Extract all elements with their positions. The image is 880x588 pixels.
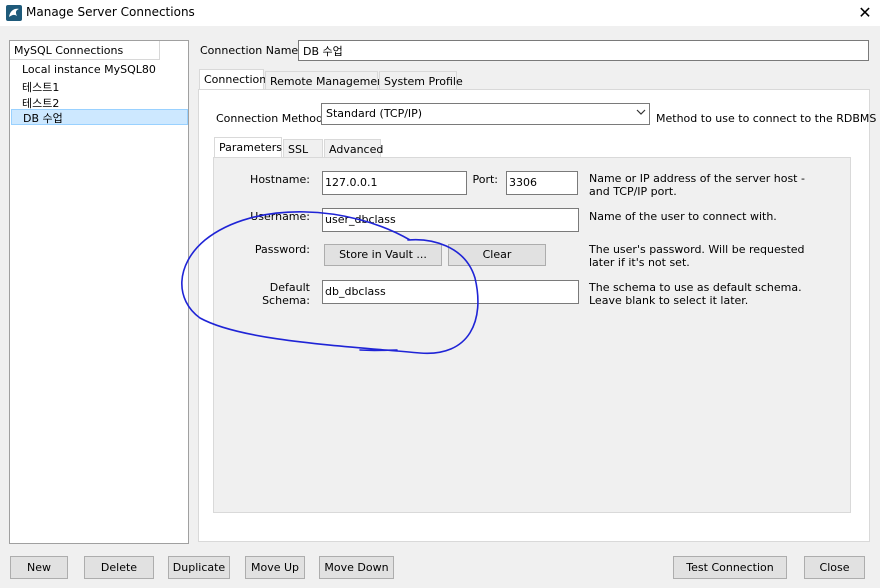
tab-system-profile[interactable]: System Profile: [379, 71, 463, 91]
port-input[interactable]: 3306: [506, 171, 578, 195]
clear-password-button[interactable]: Clear: [448, 244, 546, 266]
username-label: Username:: [250, 210, 310, 223]
new-button[interactable]: New: [10, 556, 68, 579]
hostname-input[interactable]: 127.0.0.1: [322, 171, 467, 195]
username-input[interactable]: user_dbclass: [322, 208, 579, 232]
window-title: Manage Server Connections: [26, 5, 195, 19]
list-item-local-instance[interactable]: Local instance MySQL80: [11, 62, 188, 78]
close-icon[interactable]: ✕: [852, 2, 878, 24]
duplicate-button[interactable]: Duplicate: [168, 556, 230, 579]
tab-ssl[interactable]: SSL: [283, 139, 323, 159]
list-header: MySQL Connections: [10, 41, 160, 60]
move-up-button[interactable]: Move Up: [245, 556, 305, 579]
connection-name-input[interactable]: DB 수업: [298, 40, 869, 61]
tab-connection[interactable]: Connection: [199, 69, 266, 91]
tab-advanced[interactable]: Advanced: [324, 139, 383, 159]
password-help: The user's password. Will be requested l…: [589, 243, 805, 269]
hostname-help: Name or IP address of the server host - …: [589, 172, 805, 198]
connection-method-select[interactable]: Standard (TCP/IP): [321, 103, 650, 125]
connection-list[interactable]: MySQL Connections Local instance MySQL80…: [9, 40, 189, 544]
tab-parameters[interactable]: Parameters: [214, 137, 282, 159]
connection-method-label: Connection Method:: [216, 112, 327, 125]
port-label: Port:: [472, 173, 498, 186]
title-bar: Manage Server Connections ✕: [0, 0, 880, 26]
default-schema-label: Default Schema:: [262, 281, 310, 307]
move-down-button[interactable]: Move Down: [319, 556, 394, 579]
test-connection-button[interactable]: Test Connection: [673, 556, 787, 579]
chevron-down-icon: [636, 109, 646, 115]
connection-method-help: Method to use to connect to the RDBMS: [656, 112, 877, 125]
default-schema-input[interactable]: db_dbclass: [322, 280, 579, 304]
hostname-label: Hostname:: [250, 173, 310, 186]
store-in-vault-button[interactable]: Store in Vault ...: [324, 244, 442, 266]
connection-name-label: Connection Name:: [200, 44, 302, 57]
delete-button[interactable]: Delete: [84, 556, 154, 579]
tab-remote-management[interactable]: Remote Management: [265, 71, 388, 91]
default-schema-help: The schema to use as default schema. Lea…: [589, 281, 802, 307]
password-label: Password:: [254, 243, 310, 256]
mysql-dolphin-icon: [6, 5, 22, 21]
list-item-test2[interactable]: 테스트2: [11, 94, 188, 110]
list-item-db-class[interactable]: DB 수업: [11, 109, 188, 125]
username-help: Name of the user to connect with.: [589, 210, 777, 223]
list-item-test1[interactable]: 테스트1: [11, 78, 188, 94]
close-button[interactable]: Close: [804, 556, 865, 579]
